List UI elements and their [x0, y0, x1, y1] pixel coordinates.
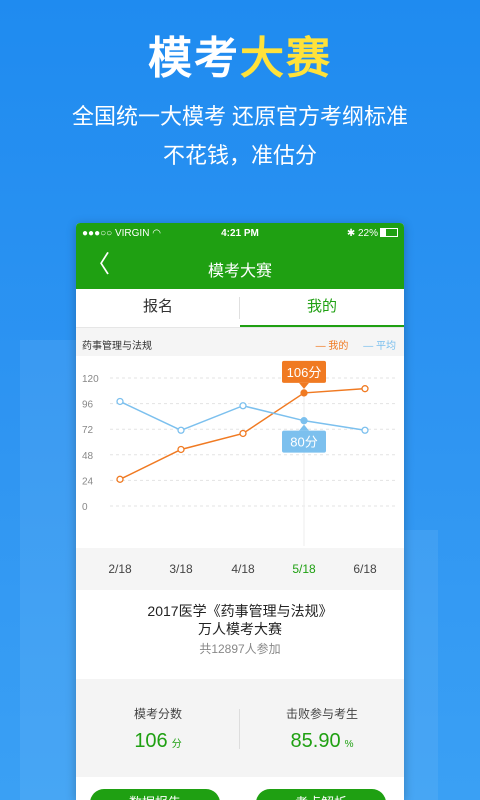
y-tick-label: 72	[82, 425, 94, 436]
battery-icon	[380, 228, 398, 237]
y-tick-label: 96	[82, 400, 94, 411]
phone-screen: ●●●○○ VIRGIN ◠ 4:21 PM ✱ 22% 〈 模考大赛 报名 我…	[76, 223, 404, 800]
participant-count: 共12897人参加	[199, 642, 281, 656]
y-tick-label: 24	[82, 476, 94, 487]
score-value: 106	[134, 730, 168, 752]
exam-info: 2017医学《药事管理与法规》 万人模考大赛 共12897人参加	[76, 590, 404, 668]
exam-title-line1: 2017医学《药事管理与法规》	[147, 603, 333, 619]
point-mine	[300, 389, 308, 397]
tab-bar: 报名 我的	[76, 289, 404, 328]
beat-stat: 击败参与考生 85.90%	[240, 679, 404, 777]
point-average	[239, 402, 247, 410]
score-chart-svg: 120 96 72 48 24 0 106分 80分	[82, 360, 398, 546]
hero-title-highlight: 大赛	[240, 34, 332, 83]
battery-percent: 22%	[357, 228, 378, 239]
bluetooth-icon: ✱	[346, 228, 356, 239]
score-value-row: 106 分	[76, 730, 240, 753]
point-average	[116, 397, 124, 406]
nav-bar: 〈 模考大赛	[76, 245, 404, 289]
hero-title-part1: 模考	[148, 34, 240, 83]
spacer	[76, 668, 404, 679]
stats-divider	[239, 709, 240, 749]
status-right: ✱ 22%	[347, 228, 398, 239]
status-bar: ●●●○○ VIRGIN ◠ 4:21 PM ✱ 22%	[76, 223, 404, 245]
data-report-button[interactable]: 数据报告	[90, 789, 220, 800]
callout-mine-pointer	[299, 382, 309, 389]
score-unit: 分	[171, 739, 182, 750]
callout-average-label: 80分	[290, 435, 317, 450]
beat-value: 85.90	[290, 730, 341, 752]
beat-value-row: 85.90%	[240, 730, 404, 753]
beat-unit: %	[344, 739, 354, 750]
y-tick-label: 0	[82, 502, 88, 513]
point-mine	[239, 429, 247, 438]
nav-title: 模考大赛	[207, 263, 272, 280]
hero-subtitle-line2: 不花钱，准估分	[162, 143, 317, 168]
topic-analysis-button[interactable]: 考点解析	[256, 789, 386, 800]
exam-title-line2: 万人模考大赛	[198, 621, 282, 637]
point-average	[177, 426, 185, 434]
action-buttons: 数据报告 考点解析	[76, 777, 404, 800]
point-mine	[177, 445, 185, 454]
x-tick-label[interactable]: 5/18	[284, 562, 324, 576]
chart-header: 药事管理与法规 — 我的 — 平均	[76, 328, 404, 356]
tab-register[interactable]: 报名	[76, 289, 240, 327]
chart-x-axis: 2/18 3/18 4/18 5/18 6/18	[76, 548, 404, 590]
score-chart: 120 96 72 48 24 0 106分 80分	[76, 356, 404, 548]
hero-subtitle-line1: 全国统一大模考 还原官方考纲标准	[71, 104, 409, 129]
chart-legend: — 我的 — 平均	[304, 337, 396, 352]
tab-divider	[239, 297, 240, 319]
point-mine	[361, 385, 369, 393]
point-average	[361, 426, 369, 434]
score-label: 模考分数	[133, 707, 182, 721]
background-decor	[20, 340, 80, 800]
chart-subject: 药事管理与法规	[82, 341, 152, 352]
callout-average-pointer	[299, 424, 309, 431]
x-tick-label[interactable]: 3/18	[161, 562, 201, 576]
x-tick-label[interactable]: 6/18	[345, 562, 385, 576]
background-decor	[404, 530, 438, 800]
hero-title: 模考大赛	[0, 22, 480, 86]
legend-average: — 平均	[363, 341, 396, 352]
score-stat: 模考分数 106 分	[76, 679, 240, 777]
beat-label: 击败参与考生	[285, 707, 358, 721]
tab-mine[interactable]: 我的	[240, 289, 404, 327]
callout-mine-label: 106分	[287, 365, 322, 380]
point-average	[300, 417, 308, 425]
x-tick-label[interactable]: 2/18	[100, 562, 140, 576]
y-tick-label: 120	[82, 374, 99, 385]
result-stats: 模考分数 106 分 击败参与考生 85.90%	[76, 679, 404, 777]
point-mine	[116, 475, 124, 483]
legend-mine: — 我的	[315, 341, 349, 352]
y-tick-label: 48	[82, 451, 94, 462]
x-tick-label[interactable]: 4/18	[223, 562, 263, 576]
